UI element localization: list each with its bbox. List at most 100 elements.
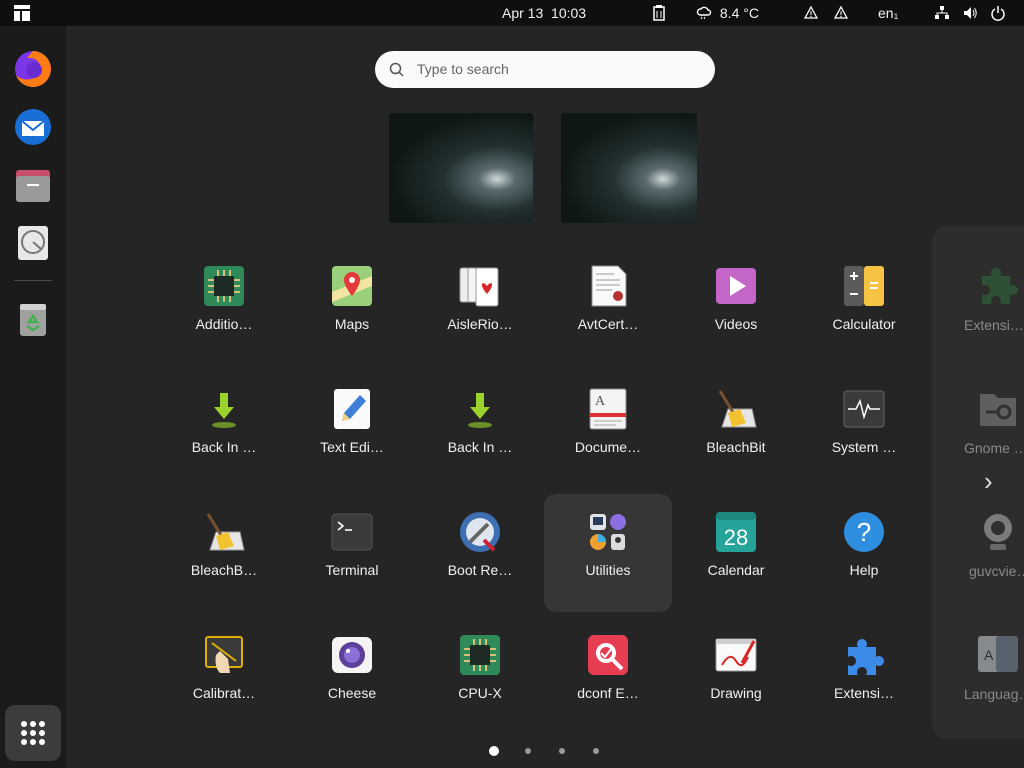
terminal-icon xyxy=(331,513,373,551)
weather-icon xyxy=(696,0,712,26)
app-label: System … xyxy=(831,439,897,455)
app-tile[interactable]: Videos xyxy=(672,248,800,366)
app-tile[interactable]: Back In … xyxy=(160,371,288,489)
puzzle-icon xyxy=(982,268,1018,304)
app-label: Maps xyxy=(334,316,370,332)
maps-icon xyxy=(332,266,372,306)
clock[interactable]: Apr 13 10:03 xyxy=(502,0,586,26)
app-tile[interactable]: Extensi… xyxy=(800,617,928,735)
app-tile[interactable]: CPU-X xyxy=(416,617,544,735)
top-bar: Apr 13 10:03 8.4 °C en₁ xyxy=(0,0,1024,26)
app-tile[interactable]: 28 Calendar xyxy=(672,494,800,612)
network-icon[interactable] xyxy=(934,0,950,26)
app-label: Videos xyxy=(714,316,758,332)
app-tile[interactable]: Terminal xyxy=(288,494,416,612)
chip-icon xyxy=(204,266,244,306)
app-label: Docume… xyxy=(574,439,642,455)
document-viewer-icon: A xyxy=(589,388,627,430)
files-icon[interactable] xyxy=(12,164,54,206)
chevron-right-icon[interactable]: › xyxy=(984,466,993,497)
calibrate-icon xyxy=(205,636,243,673)
webcam-icon xyxy=(984,514,1012,550)
app-tile[interactable]: BleachB… xyxy=(160,494,288,612)
calendar-icon: 28 xyxy=(716,512,756,552)
language-icon: A xyxy=(978,636,1018,672)
app-tile[interactable]: System … xyxy=(800,371,928,489)
app-label: Extensi… xyxy=(834,685,894,701)
app-label: BleachB… xyxy=(190,562,258,578)
app-label: Back In … xyxy=(191,439,257,455)
app-label: Languag… xyxy=(964,686,1024,702)
chip-icon xyxy=(460,635,500,675)
workspace-thumbnail[interactable] xyxy=(389,113,533,223)
power-icon[interactable] xyxy=(990,0,1006,26)
certificate-icon xyxy=(591,265,627,307)
page-dot[interactable] xyxy=(593,748,599,754)
download-arrow-icon xyxy=(212,393,236,428)
dock xyxy=(0,26,66,768)
app-label: Back In … xyxy=(447,439,513,455)
activities-icon[interactable] xyxy=(12,0,32,26)
cards-icon xyxy=(459,267,499,307)
warning-icon[interactable] xyxy=(803,0,819,26)
svg-text:?: ? xyxy=(857,517,871,547)
utilities-folder-icon xyxy=(590,514,626,550)
app-label: Text Edi… xyxy=(320,439,384,455)
bleachbit-icon xyxy=(718,390,757,428)
download-arrow-icon xyxy=(468,393,492,428)
weather-indicator[interactable]: 8.4 °C xyxy=(696,0,759,26)
page-dot[interactable] xyxy=(559,748,565,754)
app-tile[interactable]: Boot Re… xyxy=(416,494,544,612)
app-tile[interactable]: Additio… xyxy=(160,248,288,366)
next-page-preview[interactable]: Extensi… Gnome … guvcvie… A Languag… xyxy=(932,226,1024,739)
trash-icon[interactable] xyxy=(12,298,54,340)
app-label: Boot Re… xyxy=(447,562,513,578)
boot-repair-icon xyxy=(460,512,500,552)
app-tile[interactable]: ? Help xyxy=(800,494,928,612)
page-indicator xyxy=(0,744,1024,758)
app-tile[interactable]: Cheese xyxy=(288,617,416,735)
workspace-thumbnail[interactable] xyxy=(561,113,697,223)
calculator-icon xyxy=(844,266,884,306)
app-label: Drawing xyxy=(710,685,762,701)
svg-text:A: A xyxy=(595,394,606,409)
app-label: Calculator xyxy=(832,316,896,332)
firefox-icon[interactable] xyxy=(12,48,54,90)
app-tile[interactable]: A Docume… xyxy=(544,371,672,489)
search-input[interactable] xyxy=(415,60,699,78)
disk-usage-icon[interactable] xyxy=(12,222,54,264)
app-tile[interactable]: AvtCert… xyxy=(544,248,672,366)
app-tile[interactable]: Calibrat… xyxy=(160,617,288,735)
app-label: Utilities xyxy=(585,562,631,578)
app-tile[interactable]: Calculator xyxy=(800,248,928,366)
page-dot[interactable] xyxy=(489,746,499,756)
search-bar[interactable] xyxy=(375,51,715,88)
app-label: AvtCert… xyxy=(577,316,639,332)
page-dot[interactable] xyxy=(525,748,531,754)
app-label: dconf E… xyxy=(577,685,639,701)
app-label: Terminal xyxy=(325,562,379,578)
system-monitor-icon xyxy=(843,390,885,428)
volume-icon[interactable] xyxy=(962,0,978,26)
help-icon: ? xyxy=(844,512,884,552)
app-label: Extensi… xyxy=(964,317,1024,333)
passwords-icon xyxy=(980,394,1016,426)
app-tile[interactable]: Back In … xyxy=(416,371,544,489)
thunderbird-icon[interactable] xyxy=(12,106,54,148)
videos-icon xyxy=(716,268,756,304)
keyboard-layout[interactable]: en₁ xyxy=(878,0,898,26)
svg-text:A: A xyxy=(984,647,994,663)
app-tile[interactable]: Text Edi… xyxy=(288,371,416,489)
app-tile[interactable]: BleachBit xyxy=(672,371,800,489)
utilities-folder[interactable]: Utilities xyxy=(544,494,672,612)
weather-temp: 8.4 °C xyxy=(719,5,759,21)
app-tile[interactable]: Drawing xyxy=(672,617,800,735)
warning-icon[interactable] xyxy=(833,0,849,26)
clipboard-icon[interactable] xyxy=(652,0,666,26)
app-tile[interactable]: AisleRio… xyxy=(416,248,544,366)
app-label: Calibrat… xyxy=(192,685,256,701)
search-icon xyxy=(389,62,404,77)
dock-separator xyxy=(14,280,52,281)
app-tile[interactable]: Maps xyxy=(288,248,416,366)
app-tile[interactable]: dconf E… xyxy=(544,617,672,735)
